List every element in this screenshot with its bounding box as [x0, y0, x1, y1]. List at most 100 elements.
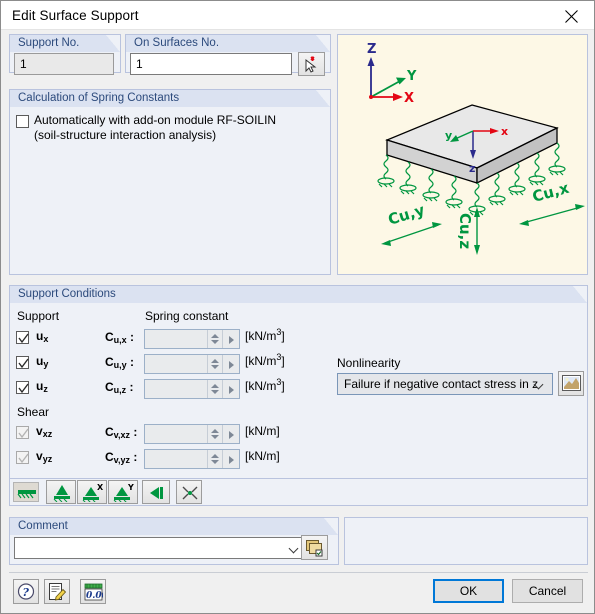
close-button[interactable] [549, 1, 594, 29]
on-surfaces-input[interactable] [130, 53, 292, 75]
label-cux-group: Cu,x [519, 179, 585, 226]
spring-constant-vyz-field[interactable] [144, 449, 240, 469]
spring-constants-legend: Calculation of Spring Constants [10, 90, 330, 107]
on-surfaces-legend-text: On Surfaces No. [134, 37, 220, 49]
label-vxz: vxz [36, 424, 53, 439]
checkbox-uz[interactable] [16, 381, 29, 394]
spinner-arrows[interactable] [207, 355, 222, 373]
svg-text:Cu,z: Cu,z [456, 213, 474, 249]
check-icon [18, 428, 29, 439]
checkbox-vxz[interactable] [16, 426, 29, 439]
unit-vxz-end: ] [276, 424, 280, 438]
help-button[interactable]: ? [13, 579, 39, 604]
check-icon [18, 333, 29, 344]
label-ux-sub: x [43, 334, 49, 344]
nonlinearity-label: Nonlinearity [337, 356, 401, 370]
spring-constant-uz-field[interactable] [144, 379, 240, 399]
unit-uy-end: ] [281, 354, 285, 368]
spinner-more-button[interactable] [222, 355, 239, 373]
spinner-more-button[interactable] [222, 450, 239, 468]
checkbox-vyz[interactable] [16, 451, 29, 464]
support-conditions-group: Support Conditions [9, 285, 588, 505]
spinner-up-icon[interactable] [211, 359, 219, 363]
label-cux-sub: u,x [113, 335, 127, 345]
label-cuy-sub: u,y [113, 360, 127, 370]
spinner-up-icon[interactable] [211, 384, 219, 388]
label-uz: uz [36, 379, 48, 394]
spinner-down-icon[interactable] [211, 340, 219, 344]
cancel-button[interactable]: Cancel [512, 579, 583, 603]
svg-text:x: x [501, 125, 508, 138]
checkbox-ux[interactable] [16, 331, 29, 344]
support-conditions-legend: Support Conditions [10, 286, 587, 303]
group-bevel [324, 518, 338, 535]
spinner-more-button[interactable] [222, 380, 239, 398]
unit-vxz: [kN/m] [245, 424, 280, 438]
spring-constant-uy-field[interactable] [144, 354, 240, 374]
support-y-icon: Y [113, 483, 134, 502]
on-surfaces-legend: On Surfaces No. [126, 35, 330, 52]
support-no-input[interactable] [14, 53, 114, 75]
auto-soilin-label-line1: Automatically with add-on module RF-SOIL… [34, 113, 277, 127]
support-toolbar-x[interactable]: X [77, 480, 107, 504]
edit-surface-support-dialog: Edit Surface Support Support No. On Surf… [0, 0, 595, 614]
checkbox-uy[interactable] [16, 356, 29, 369]
svg-text:X: X [404, 91, 414, 106]
spinner-arrows[interactable] [207, 450, 222, 468]
unit-uz: [kN/m3] [245, 377, 285, 393]
elastic-foundation-icon [17, 490, 36, 499]
unit-vxz-main: [kN/m [245, 424, 277, 438]
page-title: Edit Surface Support [12, 8, 139, 23]
nonlinearity-diagram-button[interactable] [558, 371, 584, 396]
spinner-more-button[interactable] [222, 425, 239, 443]
label-uz-sub: z [43, 384, 48, 394]
label-cuz-group: Cu,z [456, 207, 480, 255]
check-icon [18, 383, 29, 394]
check-icon [18, 453, 29, 464]
support-toolbar-shear-wall[interactable] [142, 480, 170, 504]
unit-uy: [kN/m3] [245, 352, 285, 368]
spring-constant-ux-field[interactable] [144, 329, 240, 349]
spinner-up-icon[interactable] [211, 334, 219, 338]
triangle-right-icon [229, 456, 234, 464]
svg-text:0.00: 0.00 [86, 591, 103, 601]
edit-notes-icon [49, 583, 67, 601]
comment-library-button[interactable] [301, 535, 328, 560]
spinner-down-icon[interactable] [211, 390, 219, 394]
edit-notes-button[interactable] [44, 579, 70, 604]
column-header-support: Support [17, 309, 60, 323]
label-vxz-sub: xz [42, 429, 53, 439]
support-toolbar-y[interactable]: Y [108, 480, 138, 504]
spinner-up-icon[interactable] [211, 429, 219, 433]
group-bevel [316, 35, 330, 52]
support-x-icon: X [82, 483, 104, 502]
comment-legend-text: Comment [18, 520, 68, 532]
svg-text:Cu,y: Cu,y [386, 201, 427, 229]
spinner-arrows[interactable] [207, 380, 222, 398]
spinner-down-icon[interactable] [211, 435, 219, 439]
nonlinearity-select[interactable]: Failure if negative contact stress in z [337, 373, 553, 395]
spinner-down-icon[interactable] [211, 365, 219, 369]
support-toolbar-elastic-foundation[interactable] [13, 482, 39, 502]
triangle-right-icon [229, 386, 234, 394]
spinner-arrows[interactable] [207, 330, 222, 348]
spinner-down-icon[interactable] [211, 460, 219, 464]
nonlinearity-selected-value: Failure if negative contact stress in z [344, 377, 539, 391]
comment-input[interactable] [14, 537, 308, 559]
spinner-up-icon[interactable] [211, 454, 219, 458]
spring-constants-legend-text: Calculation of Spring Constants [18, 92, 180, 104]
comment-library-icon [306, 540, 323, 557]
spinner-more-button[interactable] [222, 330, 239, 348]
support-toolbar-free[interactable] [176, 480, 202, 504]
support-toolbar-rigid[interactable] [46, 480, 76, 504]
ok-button[interactable]: OK [433, 579, 504, 603]
spinner-arrows[interactable] [207, 425, 222, 443]
triangle-right-icon [229, 431, 234, 439]
spring-constant-vxz-field[interactable] [144, 424, 240, 444]
support-graphic-panel: Z Y X z x y Cu,x Cu,y Cu,z [337, 34, 588, 275]
units-button[interactable]: 0.00 [80, 579, 106, 604]
label-cux: Cu,x : [105, 330, 135, 345]
auto-soilin-checkbox[interactable] [16, 115, 29, 128]
title-bar: Edit Surface Support [1, 1, 594, 30]
pick-from-graphic-button[interactable] [298, 52, 325, 76]
